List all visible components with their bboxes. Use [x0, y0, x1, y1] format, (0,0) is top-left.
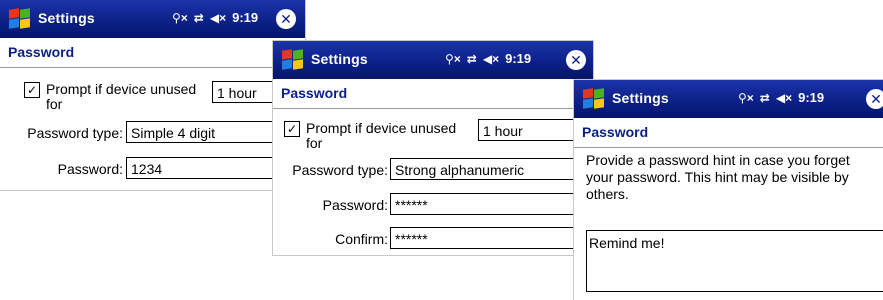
app-title: Settings: [311, 51, 368, 67]
windows-start-icon[interactable]: [6, 7, 32, 31]
confirm-value: ******: [395, 231, 428, 247]
title-bar: Settings ⚲× ⇄ ◀× 9:19 ✕: [0, 0, 305, 38]
sync-icon[interactable]: ⇄: [194, 11, 204, 25]
password-type-label: Password type:: [27, 125, 123, 141]
page-title: Password: [8, 44, 75, 60]
prompt-if-unused-row: ✓ Prompt if device unused for: [24, 82, 196, 112]
prompt-checkbox[interactable]: ✓: [24, 82, 40, 98]
speaker-muted-icon[interactable]: ◀×: [483, 52, 499, 66]
status-area: ⚲× ⇄ ◀× 9:19: [445, 51, 531, 66]
status-area: ⚲× ⇄ ◀× 9:19: [172, 10, 258, 25]
password-type-value: Strong alphanumeric: [395, 162, 525, 178]
timeout-value: 1 hour: [483, 123, 523, 139]
connectivity-icon[interactable]: ⚲×: [172, 11, 188, 25]
close-button[interactable]: ✕: [866, 89, 883, 109]
password-value: 1234: [131, 161, 163, 177]
password-type-label: Password type:: [292, 162, 388, 178]
speaker-muted-icon[interactable]: ◀×: [776, 91, 792, 105]
prompt-label-line1: Prompt if device unused: [306, 120, 457, 136]
speaker-muted-icon[interactable]: ◀×: [210, 11, 226, 25]
divider: [574, 147, 883, 148]
password-value: ******: [395, 197, 428, 213]
password-label: Password:: [57, 161, 123, 177]
close-button[interactable]: ✕: [566, 50, 586, 70]
settings-window-simple-pin: Settings ⚲× ⇄ ◀× 9:19 ✕ Password ✓ Promp…: [0, 0, 305, 190]
prompt-if-unused-row: ✓ Prompt if device unused for: [284, 121, 456, 151]
prompt-label-line1: Prompt if device unused: [46, 81, 197, 97]
status-area: ⚲× ⇄ ◀× 9:19: [738, 90, 824, 105]
clock[interactable]: 9:19: [798, 90, 824, 105]
password-hint-input[interactable]: Remind me!: [586, 230, 883, 292]
timeout-value: 1 hour: [217, 85, 257, 101]
title-bar: Settings ⚲× ⇄ ◀× 9:19 ✕: [273, 41, 593, 79]
app-title: Settings: [612, 90, 669, 106]
sync-icon[interactable]: ⇄: [467, 52, 477, 66]
windows-start-icon[interactable]: [580, 87, 606, 111]
connectivity-icon[interactable]: ⚲×: [445, 52, 461, 66]
divider: [273, 108, 593, 109]
clock[interactable]: 9:19: [232, 10, 258, 25]
connectivity-icon[interactable]: ⚲×: [738, 91, 754, 105]
timeout-dropdown[interactable]: 1 hour ▼: [478, 119, 588, 141]
clock[interactable]: 9:19: [505, 51, 531, 66]
settings-window-strong-password: Settings ⚲× ⇄ ◀× 9:19 ✕ Password ✓ Promp…: [273, 41, 593, 255]
confirm-password-input[interactable]: ******: [390, 227, 588, 249]
prompt-label-line2: for: [46, 96, 63, 112]
settings-window-password-hint: Settings ⚲× ⇄ ◀× 9:19 ✕ Password Provide…: [574, 80, 883, 300]
password-type-dropdown[interactable]: Strong alphanumeric ▼: [390, 158, 588, 180]
page-title: Password: [582, 124, 649, 140]
divider: [0, 67, 305, 68]
prompt-label-line2: for: [306, 135, 323, 151]
hint-description: Provide a password hint in case you forg…: [586, 152, 850, 202]
windows-start-icon[interactable]: [279, 48, 305, 72]
hint-value: Remind me!: [589, 235, 665, 251]
password-label: Password:: [322, 197, 388, 213]
prompt-checkbox[interactable]: ✓: [284, 121, 300, 137]
app-title: Settings: [38, 10, 95, 26]
confirm-label: Confirm:: [335, 231, 388, 247]
sync-icon[interactable]: ⇄: [760, 91, 770, 105]
page-title: Password: [281, 85, 348, 101]
password-type-value: Simple 4 digit: [131, 125, 216, 141]
title-bar: Settings ⚲× ⇄ ◀× 9:19 ✕: [574, 80, 883, 118]
password-input[interactable]: ******: [390, 193, 588, 215]
close-button[interactable]: ✕: [276, 9, 296, 29]
